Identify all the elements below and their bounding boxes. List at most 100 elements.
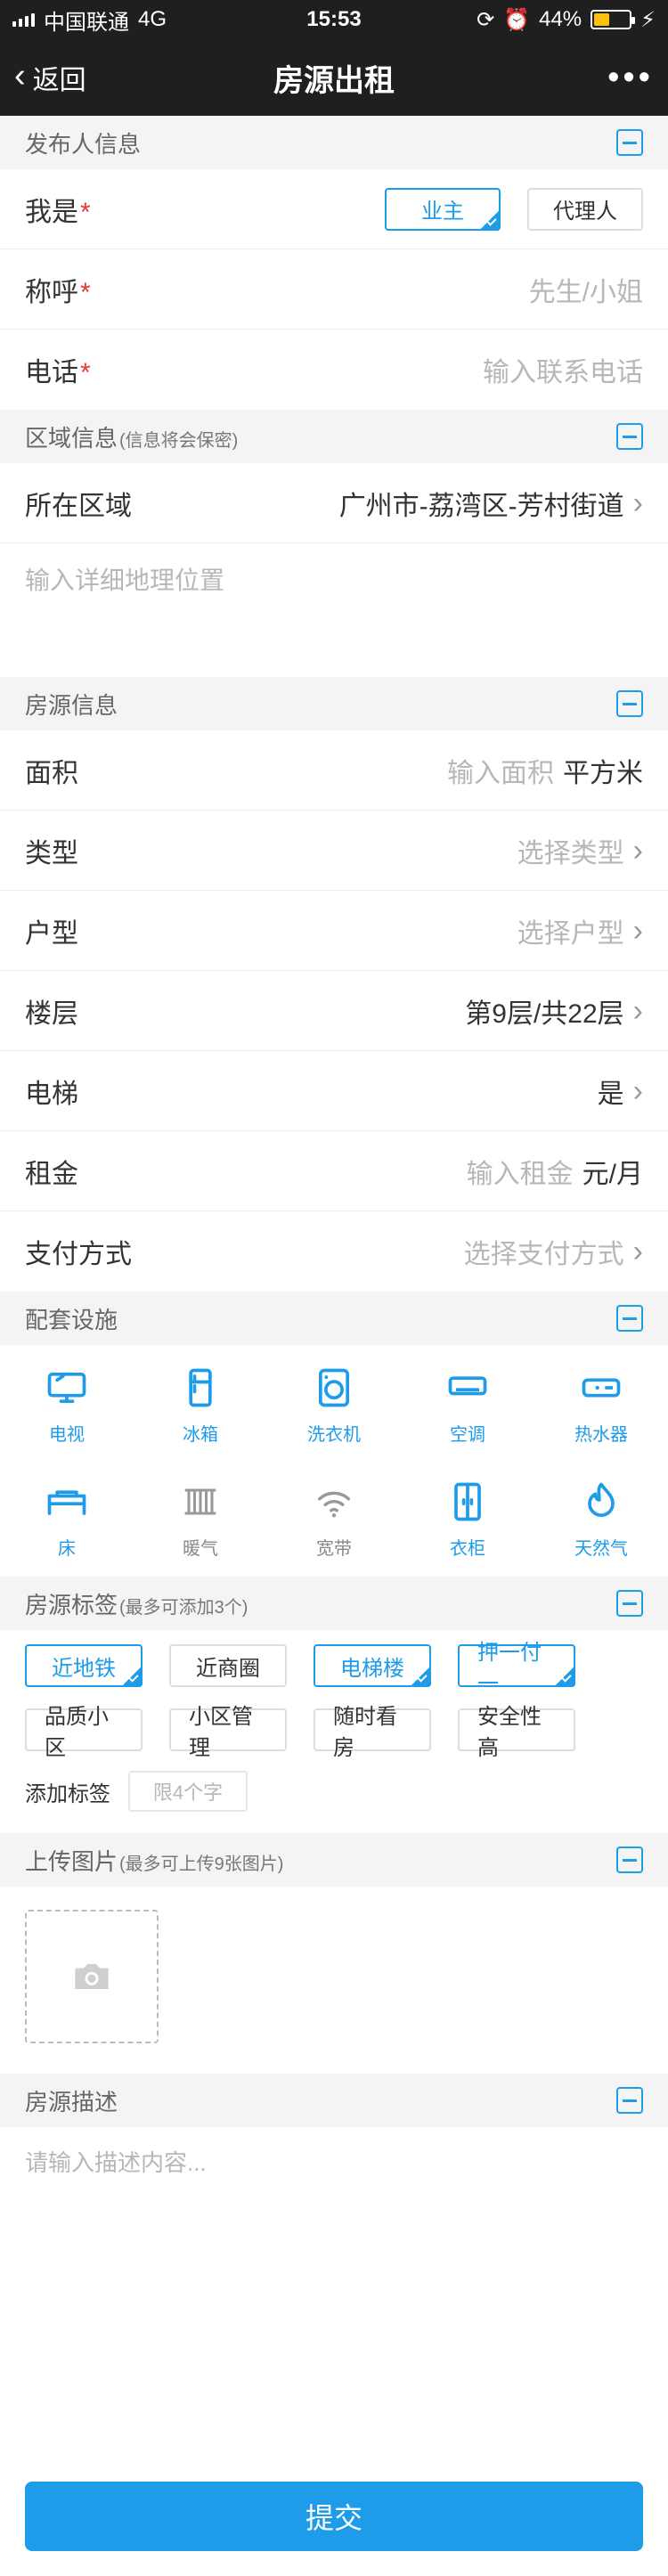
chevron-right-icon: › [632,1235,643,1268]
rent-row: 租金 输入租金 元/月 [0,1131,668,1211]
facility-aircon[interactable]: 空调 [401,1359,534,1450]
type-row[interactable]: 类型 选择类型 › [0,811,668,891]
network-label: 4G [138,7,167,31]
rent-field[interactable]: 输入租金 元/月 [467,1152,643,1191]
flame-icon [588,1482,615,1517]
phone-label: 电话* [25,358,91,387]
collapse-icon[interactable] [616,2087,643,2114]
tag-view-anytime[interactable]: 随时看房 [314,1705,431,1760]
phone-input[interactable]: 输入联系电话 [483,350,643,389]
district-value[interactable]: 广州市-荔湾区-芳村街道 › [339,484,643,523]
collapse-icon[interactable] [616,1590,643,1617]
back-button[interactable]: ‹ 返回 [14,56,86,97]
tag-one-deposit-one-rent[interactable]: 押一付一 [458,1641,575,1696]
role-label: 我是* [25,197,91,227]
radiator-icon [184,1488,216,1515]
area-size-field[interactable]: 输入面积 平方米 [447,751,643,790]
tags-section-title: 房源标签 (最多可添加3个) [25,1591,248,1618]
collapse-icon[interactable] [616,1846,643,1873]
area-size-label: 面积 [25,758,78,788]
tag-community-management[interactable]: 小区管理 [169,1705,287,1760]
facility-gas[interactable]: 天然气 [534,1473,668,1564]
layout-row[interactable]: 户型 选择户型 › [0,891,668,971]
collapse-icon[interactable] [616,423,643,450]
phone-row: 电话* 输入联系电话 [0,330,668,410]
tag-near-business[interactable]: 近商圈 [169,1644,287,1687]
payment-label: 支付方式 [25,1240,132,1269]
tag-elevator-building[interactable]: 电梯楼 [314,1644,431,1687]
chevron-right-icon: › [632,485,643,520]
wifi-icon [318,1491,350,1517]
facility-washer[interactable]: 洗衣机 [267,1359,401,1450]
tags-section-header: 房源标签 (最多可添加3个) [0,1577,668,1630]
property-section: 面积 输入面积 平方米 类型 选择类型 › 户型 选择户型 › 楼层 第9层/共… [0,730,668,1292]
payment-value[interactable]: 选择支付方式 › [464,1232,643,1271]
name-row: 称呼* 先生/小姐 [0,249,668,330]
wardrobe-icon [454,1482,481,1520]
facility-water-heater[interactable]: 热水器 [534,1359,668,1450]
washing-machine-icon [318,1368,350,1406]
role-agent-button[interactable]: 代理人 [527,187,643,231]
collapse-icon[interactable] [616,129,643,156]
elevator-label: 电梯 [25,1079,78,1109]
elevator-value[interactable]: 是 › [598,1072,643,1111]
upload-photo-button[interactable] [25,1910,159,2043]
chevron-right-icon: › [632,1073,643,1108]
page-title: 房源出租 [273,63,395,98]
submit-button[interactable]: 提交 [25,2482,643,2551]
facility-tv[interactable]: 电视 [0,1359,134,1450]
carrier-label: 中国联通 [44,10,129,35]
facilities-section-header: 配套设施 [0,1292,668,1345]
chevron-right-icon: › [632,833,643,868]
facility-wardrobe[interactable]: 衣柜 [401,1473,534,1564]
collapse-icon[interactable] [616,690,643,717]
publisher-section: 我是* 业主 代理人 称呼* 先生/小姐 电话* 输入联系电话 [0,169,668,410]
clock: 15:53 [306,7,362,31]
type-label: 类型 [25,838,78,868]
tv-icon [47,1372,86,1403]
more-button[interactable]: ••• [607,59,654,97]
area-section: 所在区域 广州市-荔湾区-芳村街道 › 输入详细地理位置 [0,463,668,677]
type-value[interactable]: 选择类型 › [517,831,643,870]
lock-rotation-icon: ⟳ [477,7,495,32]
district-label: 所在区域 [25,491,132,521]
page-content: 发布人信息 我是* 业主 代理人 称呼* 先生/小姐 电话* 输入联系电话 区域… [0,116,668,2576]
floor-value[interactable]: 第9层/共22层 › [465,991,643,1031]
status-right: ⟳ ⏰ 44% ⚡ [477,7,656,33]
facilities-section-title: 配套设施 [25,1306,118,1333]
floor-row[interactable]: 楼层 第9层/共22层 › [0,971,668,1051]
upload-section [0,1887,668,2074]
elevator-row[interactable]: 电梯 是 › [0,1051,668,1131]
charging-icon: ⚡ [640,7,656,32]
description-section-title: 房源描述 [25,2088,118,2115]
chevron-left-icon: ‹ [14,56,26,94]
tag-high-security[interactable]: 安全性高 [458,1705,575,1760]
address-input[interactable]: 输入详细地理位置 [0,543,668,677]
description-input[interactable]: 请输入描述内容... [0,2127,668,2457]
upload-section-title: 上传图片 (最多可上传9张图片) [25,1847,284,1875]
tag-near-subway[interactable]: 近地铁 [25,1644,143,1687]
rent-label: 租金 [25,1159,78,1189]
add-tag-input[interactable]: 限4个字 [128,1771,248,1812]
facility-heating[interactable]: 暖气 [134,1473,267,1564]
district-row[interactable]: 所在区域 广州市-荔湾区-芳村街道 › [0,463,668,543]
name-input[interactable]: 先生/小姐 [529,270,643,309]
facility-bed[interactable]: 床 [0,1473,134,1564]
submit-area: 提交 [0,2457,668,2576]
role-owner-button[interactable]: 业主 [385,187,501,231]
layout-value[interactable]: 选择户型 › [517,911,643,950]
camera-icon [75,1964,109,1989]
facility-fridge[interactable]: 冰箱 [134,1359,267,1450]
battery-text: 44% [539,7,582,31]
upload-section-header: 上传图片 (最多可上传9张图片) [0,1833,668,1887]
tags-section: 近地铁 近商圈 电梯楼 押一付一 品质小区 小区管理 随时看房 安全性高 添加标… [0,1630,668,1812]
bed-icon [47,1489,86,1515]
tag-quality-community[interactable]: 品质小区 [25,1705,143,1760]
facility-broadband[interactable]: 宽带 [267,1473,401,1564]
chevron-right-icon: › [632,913,643,948]
back-label: 返回 [32,66,86,95]
collapse-icon[interactable] [616,1305,643,1332]
payment-row[interactable]: 支付方式 选择支付方式 › [0,1211,668,1292]
property-section-title: 房源信息 [25,691,118,719]
name-label: 称呼* [25,277,91,307]
